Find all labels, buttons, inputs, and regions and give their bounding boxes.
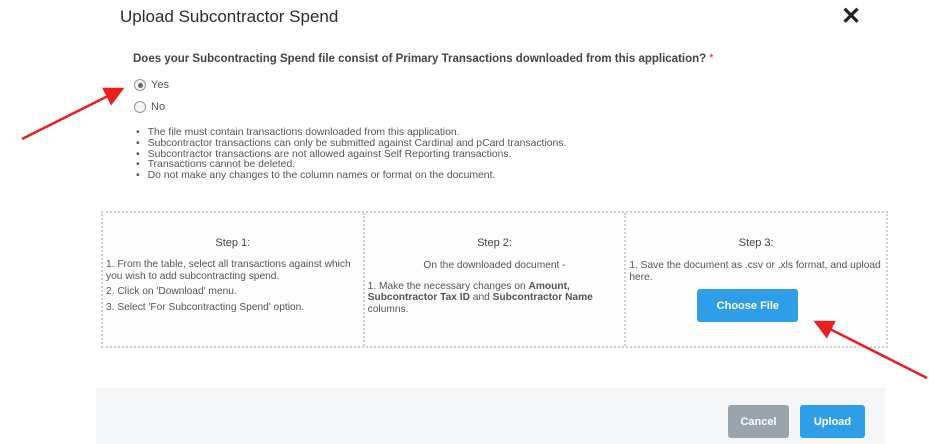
step-1-title: Step 1: (215, 237, 251, 249)
upload-button[interactable]: Upload (800, 405, 865, 438)
rule-item: Do not make any changes to the column na… (136, 170, 566, 182)
step-3: Step 3: 1. Save the document as .csv or … (624, 213, 886, 346)
rules-list: The file must contain transactions downl… (136, 127, 567, 182)
radio-no-label: No (151, 101, 166, 113)
step-2-text: and (469, 292, 493, 303)
step-3-body: 1. Save the document as .csv or .xls for… (629, 260, 883, 287)
close-icon[interactable]: ✕ (841, 3, 861, 31)
required-marker: * (709, 53, 714, 65)
dialog-footer: Cancel Upload (96, 388, 885, 444)
step-1-line: 1. From the table, select all transactio… (106, 259, 351, 282)
step-2-body: On the downloaded document - 1. Make the… (368, 260, 622, 319)
cancel-button[interactable]: Cancel (728, 405, 789, 438)
rule-item: Subcontractor transactions can only be s… (136, 138, 567, 150)
steps-panel: Step 1: 1. From the table, select all tr… (101, 211, 888, 348)
question-label: Does your Subcontracting Spend file cons… (133, 53, 714, 65)
step-1-body: 1. From the table, select all transactio… (106, 259, 360, 317)
arrow-to-yes (21, 87, 125, 141)
dialog-title: Upload Subcontractor Spend (120, 7, 339, 26)
step-2-text: columns. (367, 303, 409, 315)
question-text: Does your Subcontracting Spend file cons… (133, 53, 707, 65)
step-2-bold: Subcontractor Name (492, 292, 593, 303)
step-2-line: 1. Make the necessary changes on Amount,… (368, 281, 622, 316)
step-2-title: Step 2: (477, 237, 512, 249)
step-1-line: 2. Click on 'Download' menu. (106, 286, 237, 297)
step-1-line: 3. Select 'For Subcontracting Spend' opt… (106, 301, 305, 313)
step-1: Step 1: 1. From the table, select all tr… (103, 213, 363, 346)
radio-yes[interactable]: Yes (134, 79, 169, 91)
step-3-title: Step 3: (738, 237, 774, 249)
step-2: Step 2: On the downloaded document - 1. … (362, 213, 625, 346)
choose-file-button[interactable]: Choose File (697, 289, 799, 322)
step-3-line: 1. Save the document as .csv or .xls for… (629, 260, 881, 283)
radio-yes-indicator[interactable] (134, 79, 146, 91)
radio-no-indicator[interactable] (134, 101, 146, 113)
radio-no[interactable]: No (134, 101, 165, 113)
step-2-intro: On the downloaded document - (423, 260, 566, 271)
step-2-text: 1. Make the necessary changes on (367, 280, 529, 292)
radio-yes-label: Yes (151, 79, 169, 91)
